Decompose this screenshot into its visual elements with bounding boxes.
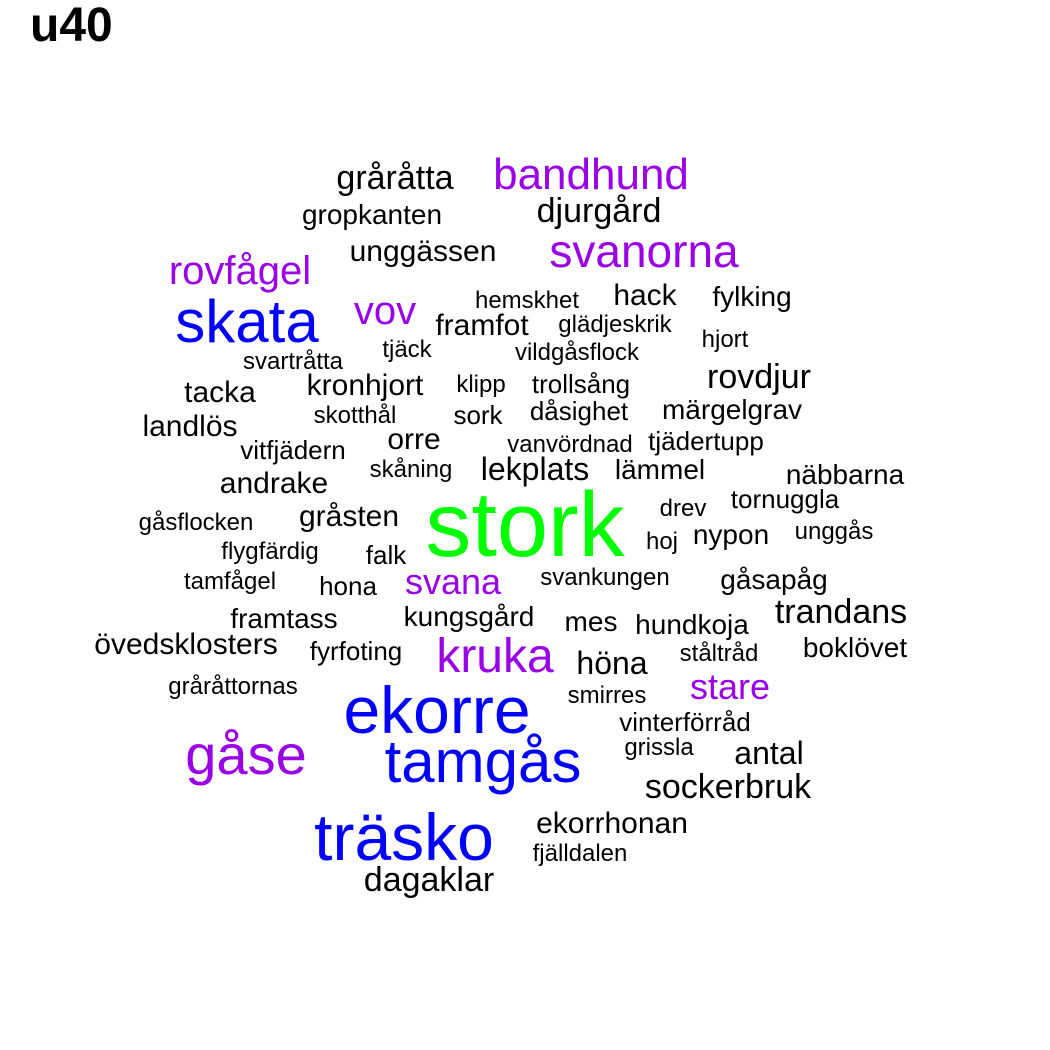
word-tornuggla: tornuggla xyxy=(730,484,840,514)
word-dasighet: dåsighet xyxy=(529,396,629,426)
word-skata: skata xyxy=(175,288,319,355)
word-trollsang: trollsång xyxy=(531,369,631,399)
word-nypon: nypon xyxy=(692,519,770,550)
word-fyrfoting: fyrfoting xyxy=(309,636,403,666)
word-rovfagel: rovfågel xyxy=(168,249,312,293)
word-staltrad: ståltråd xyxy=(679,640,759,667)
word-tacka: tacka xyxy=(184,376,256,409)
word-djurgard: djurgård xyxy=(536,192,662,230)
word-hona: höna xyxy=(576,645,648,681)
word-kronhjort: kronhjort xyxy=(306,369,424,402)
word-vov: vov xyxy=(353,289,417,333)
word-hack: hack xyxy=(613,279,677,312)
word-tamfagel: tamfågel xyxy=(183,568,277,595)
word-tamgas: tamgås xyxy=(384,728,582,795)
word-dagaklar: dagaklar xyxy=(363,861,495,899)
word-skaning: skåning xyxy=(369,456,453,483)
word-andrake: andrake xyxy=(219,467,329,500)
word-hoj: hoj xyxy=(645,528,679,555)
word-sork: sork xyxy=(453,400,503,430)
word-mes: mes xyxy=(564,606,618,637)
word-antal: antal xyxy=(734,735,804,771)
word-ovedsklosters: övedsklosters xyxy=(94,628,278,661)
word-fylking: fylking xyxy=(712,281,792,312)
page-title: u40 xyxy=(30,0,113,52)
word-gropkanten: gropkanten xyxy=(301,199,443,230)
word-lekplats: lekplats xyxy=(480,451,590,487)
word-trandans: trandans xyxy=(774,593,908,631)
word-unggassen: unggässen xyxy=(349,235,497,268)
word-grissla: grissla xyxy=(624,734,694,761)
word-svankungen: svankungen xyxy=(540,564,670,591)
word-falk: falk xyxy=(365,540,407,570)
word-ekorrhonan: ekorrhonan xyxy=(536,807,688,840)
word-sockerbruk: sockerbruk xyxy=(644,768,812,806)
word-hjort: hjort xyxy=(701,326,749,353)
word-tjadertupp: tjädertupp xyxy=(648,426,764,456)
word-svanorna: svanorna xyxy=(549,225,739,277)
word-smirres: smirres xyxy=(567,682,647,709)
word-boklovet: boklövet xyxy=(802,632,908,663)
word-gladjeskrik: glädjeskrik xyxy=(558,311,672,338)
word-svana: svana xyxy=(404,561,502,602)
word-klipp: klipp xyxy=(456,371,506,398)
word-stare: stare xyxy=(689,666,771,707)
word-hona: hona xyxy=(319,571,377,601)
word-grasten: gråsten xyxy=(298,500,400,533)
word-fjalldalen: fjälldalen xyxy=(532,840,628,867)
word-landlos: landlös xyxy=(142,410,238,443)
word-orre: orre xyxy=(387,423,441,456)
word-unggas: unggås xyxy=(794,518,874,545)
word-tjack: tjäck xyxy=(382,336,432,363)
word-flygfardig: flygfärdig xyxy=(221,538,319,565)
word-cloud-canvas: u40 stork ekorre träsko tamgås skata gåse kruk… xyxy=(0,0,1050,1050)
word-lammel: lämmel xyxy=(614,454,706,485)
word-hundkoja: hundkoja xyxy=(635,609,749,640)
word-margelgrav: märgelgrav xyxy=(661,394,803,425)
word-drev: drev xyxy=(659,495,707,522)
word-vitfjadern: vitfjädern xyxy=(240,435,346,465)
word-skotthal: skotthål xyxy=(313,402,397,429)
word-framfot: framfot xyxy=(435,309,529,342)
word-gasflocken: gåsflocken xyxy=(138,509,254,536)
word-grarattornas: gråråttornas xyxy=(168,673,298,700)
word-stork: stork xyxy=(425,474,625,576)
word-gasapag: gåsapåg xyxy=(720,564,828,595)
word-bandhund: bandhund xyxy=(493,150,689,199)
word-vildgasflock: vildgåsflock xyxy=(514,339,640,366)
word-gase: gåse xyxy=(185,723,307,786)
word-kruka: kruka xyxy=(436,630,554,683)
word-graratta: gråråtta xyxy=(336,159,454,197)
word-kungsgard: kungsgård xyxy=(403,601,535,632)
word-vinterforrad: vinterförråd xyxy=(619,707,751,737)
word-rovdjur: rovdjur xyxy=(707,358,811,396)
